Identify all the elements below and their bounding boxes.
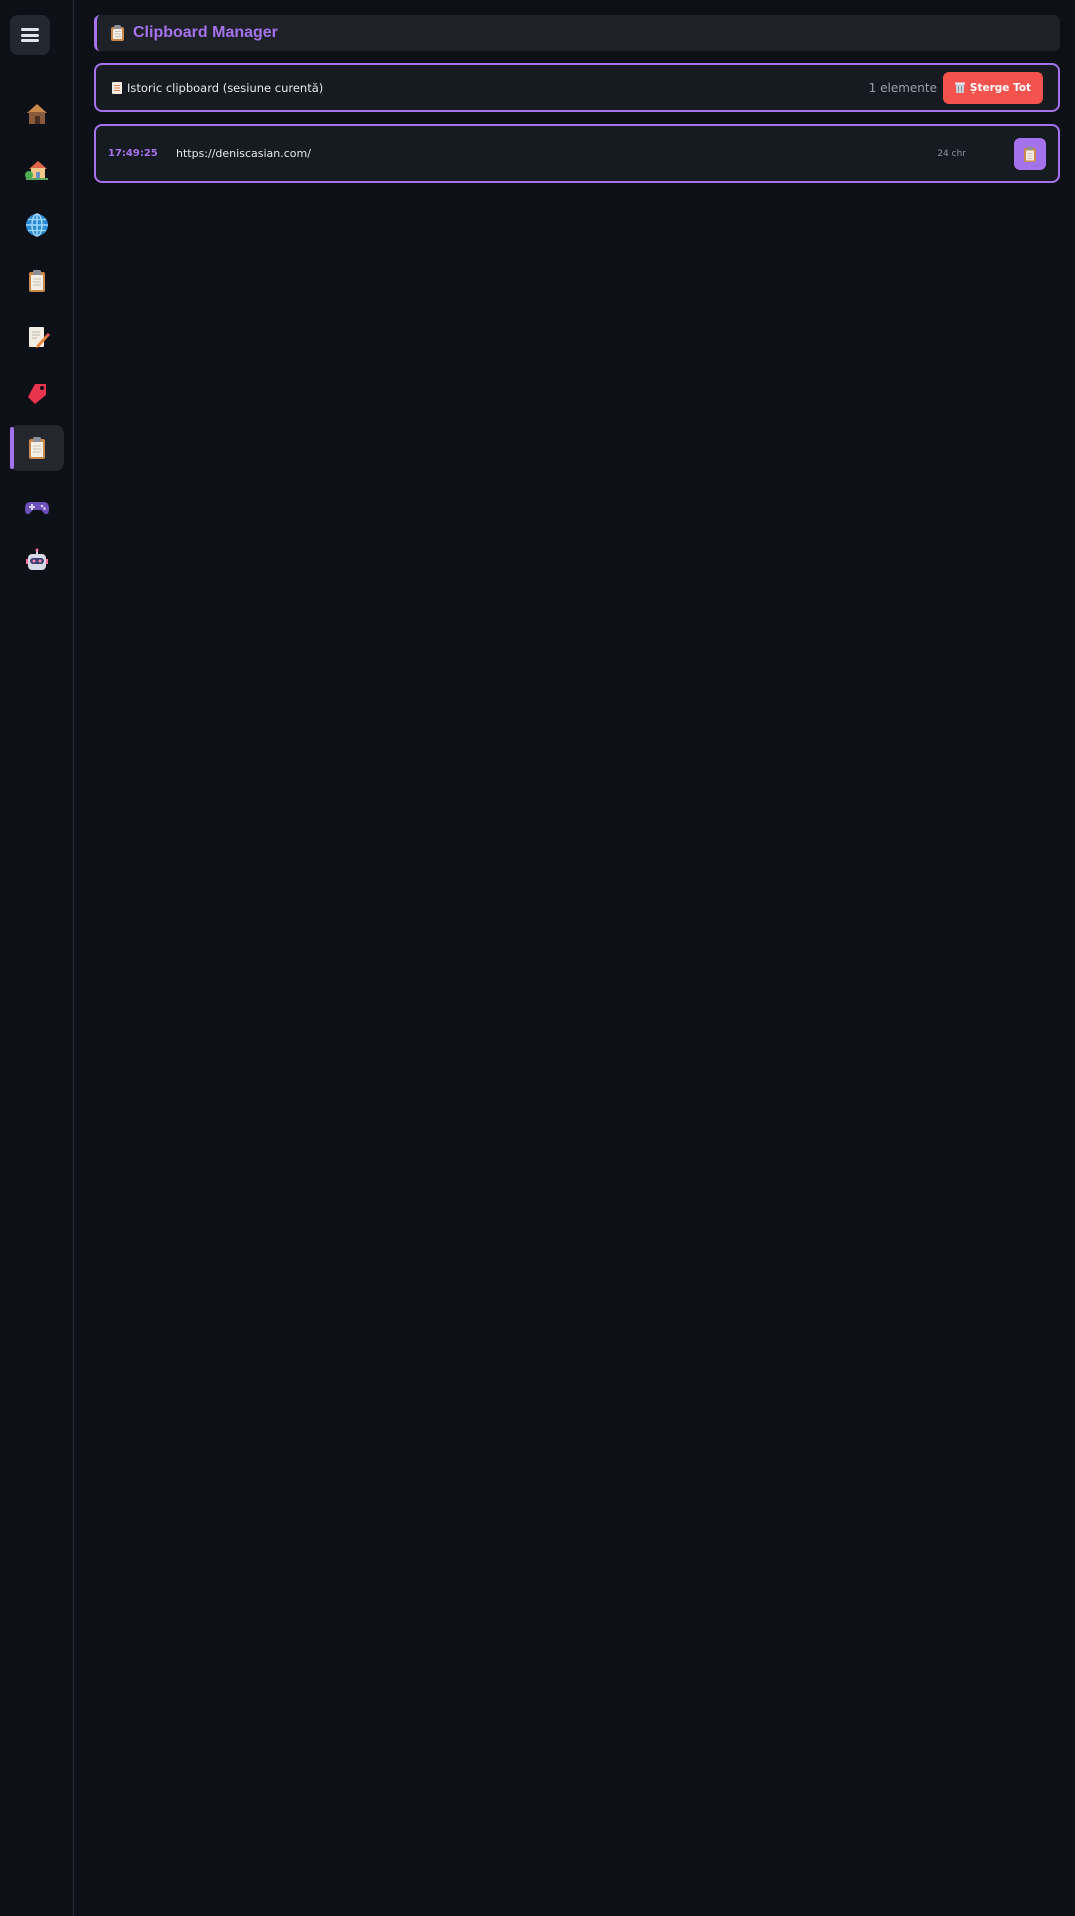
sidebar-item-web[interactable] bbox=[10, 202, 64, 248]
clear-all-label: Șterge Tot bbox=[969, 81, 1032, 94]
sidebar-item-home[interactable] bbox=[10, 91, 64, 137]
sidebar-item-ai[interactable] bbox=[10, 538, 64, 584]
entry-text: https://deniscasian.com/ bbox=[176, 147, 311, 160]
clipboard-icon bbox=[29, 270, 45, 292]
menu-button[interactable] bbox=[10, 15, 50, 55]
game-controller-icon bbox=[25, 502, 49, 515]
history-bar: Istoric clipboard (sesiune curentă) 1 el… bbox=[94, 63, 1060, 112]
clear-all-button[interactable]: Șterge Tot bbox=[943, 71, 1043, 104]
sidebar-item-bookmarks[interactable] bbox=[10, 370, 64, 416]
sidebar bbox=[0, 0, 74, 1916]
robot-icon bbox=[26, 548, 48, 570]
entry-size: 24 chr bbox=[937, 148, 966, 159]
sidebar-item-house-garden[interactable] bbox=[10, 147, 64, 193]
page-icon bbox=[112, 81, 122, 94]
wastebasket-icon bbox=[954, 82, 965, 93]
entry-time: 17:49:25 bbox=[108, 148, 158, 159]
main-content: Clipboard Manager Istoric clipboard (ses… bbox=[94, 15, 1060, 183]
house-icon bbox=[27, 104, 47, 124]
house-with-garden-icon bbox=[25, 161, 48, 180]
bookmark-tag-icon bbox=[28, 384, 46, 404]
sidebar-item-clipboard-manager[interactable] bbox=[10, 425, 64, 471]
item-count: 1 elemente bbox=[868, 80, 937, 95]
history-label: Istoric clipboard (sesiune curentă) bbox=[127, 80, 324, 95]
copy-icon bbox=[1024, 146, 1036, 162]
globe-icon bbox=[26, 213, 48, 237]
sidebar-item-notes[interactable] bbox=[10, 314, 64, 360]
app: Clipboard Manager Istoric clipboard (ses… bbox=[0, 0, 1075, 1916]
sidebar-item-games[interactable] bbox=[10, 484, 64, 530]
page-header: Clipboard Manager bbox=[94, 15, 1060, 51]
history-label-wrap: Istoric clipboard (sesiune curentă) bbox=[112, 81, 323, 95]
copy-button[interactable] bbox=[1014, 137, 1046, 170]
memo-icon bbox=[29, 327, 50, 348]
clipboard-icon bbox=[111, 25, 124, 41]
clipboard-entry[interactable]: 17:49:25 https://deniscasian.com/ 24 chr bbox=[94, 124, 1060, 183]
sidebar-item-clipboard-list[interactable] bbox=[10, 258, 64, 304]
hamburger-icon bbox=[21, 28, 39, 42]
clipboard-icon bbox=[29, 437, 45, 459]
page-title: Clipboard Manager bbox=[133, 24, 278, 41]
